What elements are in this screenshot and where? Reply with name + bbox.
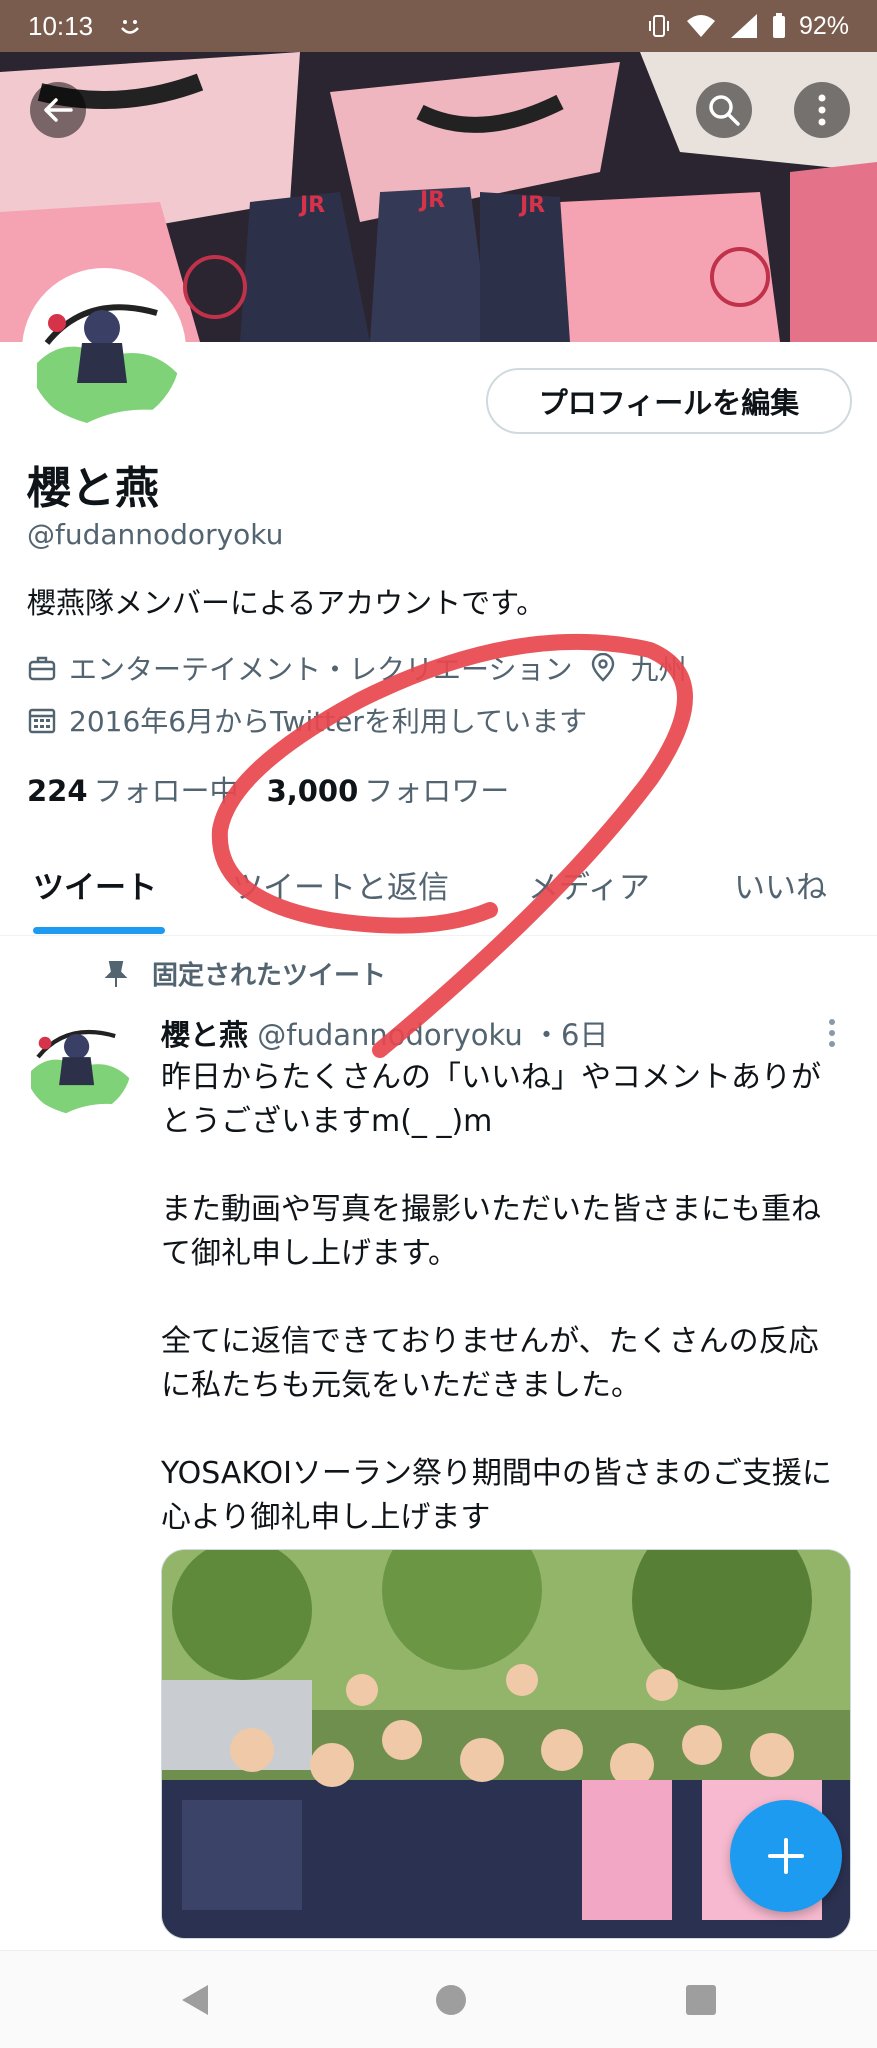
tab-tweets-and-replies[interactable]: ツイートと返信 xyxy=(232,862,449,907)
tweet-author-name[interactable]: 櫻と燕 xyxy=(161,1018,248,1052)
pin-icon xyxy=(104,960,128,987)
more-button[interactable] xyxy=(794,82,850,138)
tweet-paragraph: 全てに返信できておりませんが、たくさんの反応に私たちも元気をいただきました。 xyxy=(161,1324,819,1403)
tweet-paragraph: 昨日からたくさんの「いいね」やコメントありがとうございますm(_ _)m xyxy=(161,1060,821,1139)
tweet-header: 櫻と燕 @fudannodoryoku ・6日 xyxy=(161,1012,608,1054)
active-tab-indicator xyxy=(33,927,165,934)
svg-text:JR: JR xyxy=(298,193,325,218)
tab-tweets[interactable]: ツイート xyxy=(33,862,157,907)
avatar-image xyxy=(24,1008,132,1116)
profile-category: エンターテイメント・レクリエーション xyxy=(69,653,573,686)
smile-icon xyxy=(121,20,140,34)
pinned-tweet-label: 固定されたツイート xyxy=(104,955,386,992)
following-link[interactable]: 224 フォロー中 xyxy=(27,768,239,810)
tab-media[interactable]: メディア xyxy=(528,862,650,907)
tab-likes[interactable]: いいね xyxy=(734,862,827,907)
tweet-more-icon[interactable] xyxy=(826,1018,838,1048)
more-vertical-icon xyxy=(818,94,826,126)
status-indicators: 92% xyxy=(645,12,849,41)
profile-bio: 櫻燕隊メンバーによるアカウントです。 xyxy=(27,586,546,620)
svg-text:JR: JR xyxy=(418,188,445,213)
status-bar: 10:13 92% xyxy=(0,0,877,52)
compose-tweet-button[interactable] xyxy=(730,1800,842,1912)
tweet-paragraph: YOSAKOIソーラン祭り期間中の皆さまのご支援に心より御礼申し上げます xyxy=(161,1456,832,1535)
profile-name: 櫻と燕 xyxy=(27,463,159,514)
arrow-left-icon xyxy=(44,98,73,122)
profile-joined: 2016年6月からTwitterを利用しています xyxy=(69,705,588,738)
back-button[interactable] xyxy=(30,82,86,138)
briefcase-icon xyxy=(28,656,56,681)
followers-link[interactable]: 3,000 フォロワー xyxy=(267,768,510,810)
nav-recents-icon[interactable] xyxy=(686,1985,716,2015)
following-count: 224 xyxy=(27,774,88,808)
profile-stats: 224 フォロー中 3,000 フォロワー xyxy=(27,768,509,810)
nav-home-icon[interactable] xyxy=(436,1985,466,2015)
system-nav-bar xyxy=(0,1950,877,2048)
svg-text:JR: JR xyxy=(518,193,545,218)
profile-tabs: ツイート ツイートと返信 メディア いいね xyxy=(0,850,877,936)
battery-icon xyxy=(772,13,785,38)
nav-back-icon[interactable] xyxy=(180,1983,210,2017)
profile-meta-category: エンターテイメント・レクリエーション 九州 xyxy=(27,648,686,688)
avatar-image xyxy=(27,273,181,427)
followers-count: 3,000 xyxy=(266,774,359,808)
profile-handle: @fudannodoryoku xyxy=(27,518,284,551)
calendar-icon xyxy=(28,708,56,734)
tweet-text: 昨日からたくさんの「いいね」やコメントありがとうございますm(_ _)m また動… xyxy=(161,1056,841,1584)
status-time: 10:13 xyxy=(28,10,94,41)
tweet-time: ・6日 xyxy=(531,1018,609,1052)
wifi-icon xyxy=(686,15,715,37)
edit-profile-button[interactable]: プロフィールを編集 xyxy=(486,368,852,434)
followers-label: フォロワー xyxy=(364,774,510,808)
profile-avatar[interactable] xyxy=(22,268,186,432)
battery-level: 92% xyxy=(798,11,849,40)
following-label: フォロー中 xyxy=(93,774,239,808)
profile-meta-joined: 2016年6月からTwitterを利用しています xyxy=(27,700,587,740)
tweet-avatar[interactable] xyxy=(24,1008,132,1116)
location-icon xyxy=(592,653,615,682)
profile-location: 九州 xyxy=(630,653,687,686)
search-button[interactable] xyxy=(696,82,752,138)
signal-icon xyxy=(730,14,757,38)
pinned-text: 固定されたツイート xyxy=(152,961,387,991)
vibrate-icon xyxy=(648,15,669,37)
plus-icon xyxy=(768,1838,804,1874)
tweet-author-handle[interactable]: @fudannodoryoku xyxy=(257,1018,523,1052)
tweet-paragraph: また動画や写真を撮影いただいた皆さまにも重ねて御礼申し上げます。 xyxy=(161,1192,821,1271)
search-icon xyxy=(709,95,740,126)
